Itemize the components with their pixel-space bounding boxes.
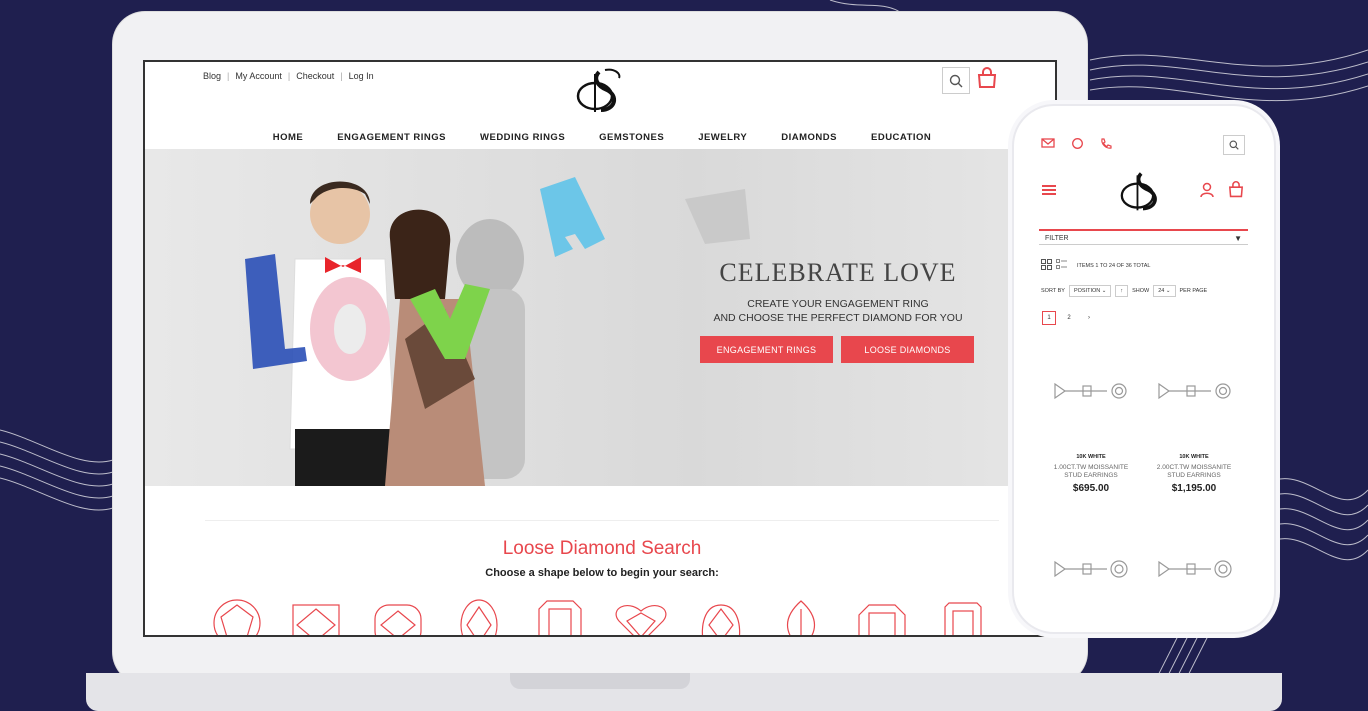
engagement-rings-button[interactable]: ENGAGEMENT RINGS	[700, 336, 833, 363]
radiant-shape-icon[interactable]	[944, 602, 982, 637]
sort-value: POSITION	[1073, 288, 1101, 294]
product-card[interactable]: 10K WHITE 1.00CT.TW MOISSANITE STUD EARR…	[1041, 454, 1141, 494]
nav-education[interactable]: EDUCATION	[867, 132, 931, 143]
product-image[interactable]	[1157, 556, 1233, 582]
product-price: $1,195.00	[1171, 483, 1217, 494]
diamond-shapes	[213, 599, 982, 637]
show-label: SHOW	[1132, 288, 1150, 294]
page-1[interactable]: 1	[1042, 311, 1056, 325]
sort-select[interactable]: POSITION ⌄	[1068, 285, 1112, 297]
nav-diamonds[interactable]: DIAMONDS	[777, 132, 837, 143]
product-metal: 10K WHITE	[1179, 454, 1209, 460]
asscher-shape-icon[interactable]	[858, 604, 906, 637]
diamond-search-subtitle: Choose a shape below to begin your searc…	[485, 567, 719, 579]
princess-shape-icon[interactable]	[292, 604, 340, 637]
product-card[interactable]: 10K WHITE 2.00CT.TW MOISSANITE STUD EARR…	[1144, 454, 1244, 494]
nav-home[interactable]: HOME	[269, 132, 304, 143]
product-name-line1: 1.00CT.TW MOISSANITE	[1053, 464, 1129, 471]
top-links: Blog | My Account | Checkout | Log In	[203, 71, 374, 81]
loose-diamonds-button[interactable]: LOOSE DIAMONDS	[841, 336, 974, 363]
nav-jewelry[interactable]: JEWELRY	[694, 132, 747, 143]
sort-direction-button[interactable]: ↑	[1115, 285, 1129, 297]
items-count: ITEMS 1 TO 24 OF 36 TOTAL	[1077, 263, 1151, 269]
laptop-notch	[510, 673, 690, 689]
per-page-label: PER PAGE	[1179, 288, 1208, 294]
login-link[interactable]: Log In	[349, 71, 374, 81]
desktop-screen: Blog | My Account | Checkout | Log In HO…	[143, 60, 1057, 637]
filter-label: FILTER	[1045, 235, 1069, 242]
nav-gemstones[interactable]: GEMSTONES	[595, 132, 664, 143]
list-view-icon[interactable]	[1056, 259, 1067, 270]
hero-title: CELEBRATE LOVE	[719, 258, 957, 287]
product-metal: 10K WHITE	[1076, 454, 1106, 460]
page-2[interactable]: 2	[1062, 311, 1076, 325]
my-account-link[interactable]: My Account	[235, 71, 282, 81]
phone-icon[interactable]	[1100, 138, 1112, 150]
product-name-line2: STUD EARRINGS	[1064, 472, 1118, 479]
heart-shape-icon[interactable]	[615, 605, 667, 637]
grid-view-icon[interactable]	[1041, 259, 1052, 270]
main-nav: HOME ENGAGEMENT RINGS WEDDING RINGS GEMS…	[145, 132, 1055, 143]
nav-wedding-rings[interactable]: WEDDING RINGS	[476, 132, 565, 143]
next-page[interactable]: ›	[1082, 311, 1096, 325]
pagination: 1 2 ›	[1042, 311, 1096, 325]
product-name-line1: 2.00CT.TW MOISSANITE	[1156, 464, 1232, 471]
product-name-line2: STUD EARRINGS	[1167, 472, 1221, 479]
product-name: 2.00CT.TW MOISSANITE STUD EARRINGS	[1144, 464, 1244, 480]
shopping-bag-icon[interactable]	[977, 67, 997, 89]
sort-controls: SORT BY POSITION ⌄ ↑ SHOW 24 ⌄ PER PAGE	[1041, 285, 1207, 297]
view-mode-toggle	[1041, 259, 1067, 270]
search-icon	[949, 74, 963, 87]
show-select[interactable]: 24 ⌄	[1153, 285, 1176, 297]
chat-icon[interactable]	[1071, 138, 1084, 150]
filter-icon: ▼	[1234, 234, 1242, 243]
hero-subtitle-line2: AND CHOOSE THE PERFECT DIAMOND FOR YOU	[713, 312, 963, 324]
product-name: 1.00CT.TW MOISSANITE STUD EARRINGS	[1041, 464, 1141, 480]
product-image[interactable]	[1053, 378, 1129, 404]
blog-link[interactable]: Blog	[203, 71, 221, 81]
link-separator: |	[340, 71, 343, 81]
checkout-link[interactable]: Checkout	[296, 71, 334, 81]
product-price: $695.00	[1072, 483, 1110, 494]
store-logo[interactable]	[575, 66, 627, 116]
user-icon[interactable]	[1199, 182, 1215, 198]
section-divider	[205, 520, 999, 521]
emerald-shape-icon[interactable]	[538, 600, 582, 637]
round-shape-icon[interactable]	[213, 599, 261, 637]
search-icon	[1229, 140, 1239, 150]
diamond-search-title: Loose Diamond Search	[502, 538, 702, 559]
show-value: 24	[1158, 288, 1165, 294]
mobile-search-button[interactable]	[1223, 135, 1245, 155]
sort-label: SORT BY	[1041, 288, 1065, 294]
mobile-contact-icons	[1041, 138, 1112, 150]
hero-subtitle-line1: CREATE YOUR ENGAGEMENT RING	[747, 298, 929, 310]
filter-bar[interactable]: FILTER ▼	[1039, 229, 1248, 245]
cushion-shape-icon[interactable]	[374, 604, 422, 637]
hero-subtitle: CREATE YOUR ENGAGEMENT RING AND CHOOSE T…	[703, 297, 973, 325]
marquise-shape-icon[interactable]	[787, 600, 815, 637]
mobile-store-logo[interactable]	[1119, 168, 1167, 214]
mail-icon[interactable]	[1041, 138, 1055, 148]
nav-engagement-rings[interactable]: ENGAGEMENT RINGS	[333, 132, 446, 143]
pear-shape-icon[interactable]	[701, 604, 741, 637]
hero-banner: CELEBRATE LOVE CREATE YOUR ENGAGEMENT RI…	[145, 149, 1055, 486]
mobile-screen: FILTER ▼ ITEMS 1 TO 24 OF 36 TOTAL SORT …	[1025, 128, 1263, 618]
product-image[interactable]	[1157, 378, 1233, 404]
hamburger-menu-icon[interactable]	[1041, 184, 1057, 196]
oval-shape-icon[interactable]	[460, 599, 498, 637]
link-separator: |	[287, 71, 291, 81]
link-separator: |	[227, 71, 230, 81]
mobile-bag-icon[interactable]	[1228, 181, 1244, 198]
product-image[interactable]	[1053, 556, 1129, 582]
search-button[interactable]	[942, 67, 970, 94]
